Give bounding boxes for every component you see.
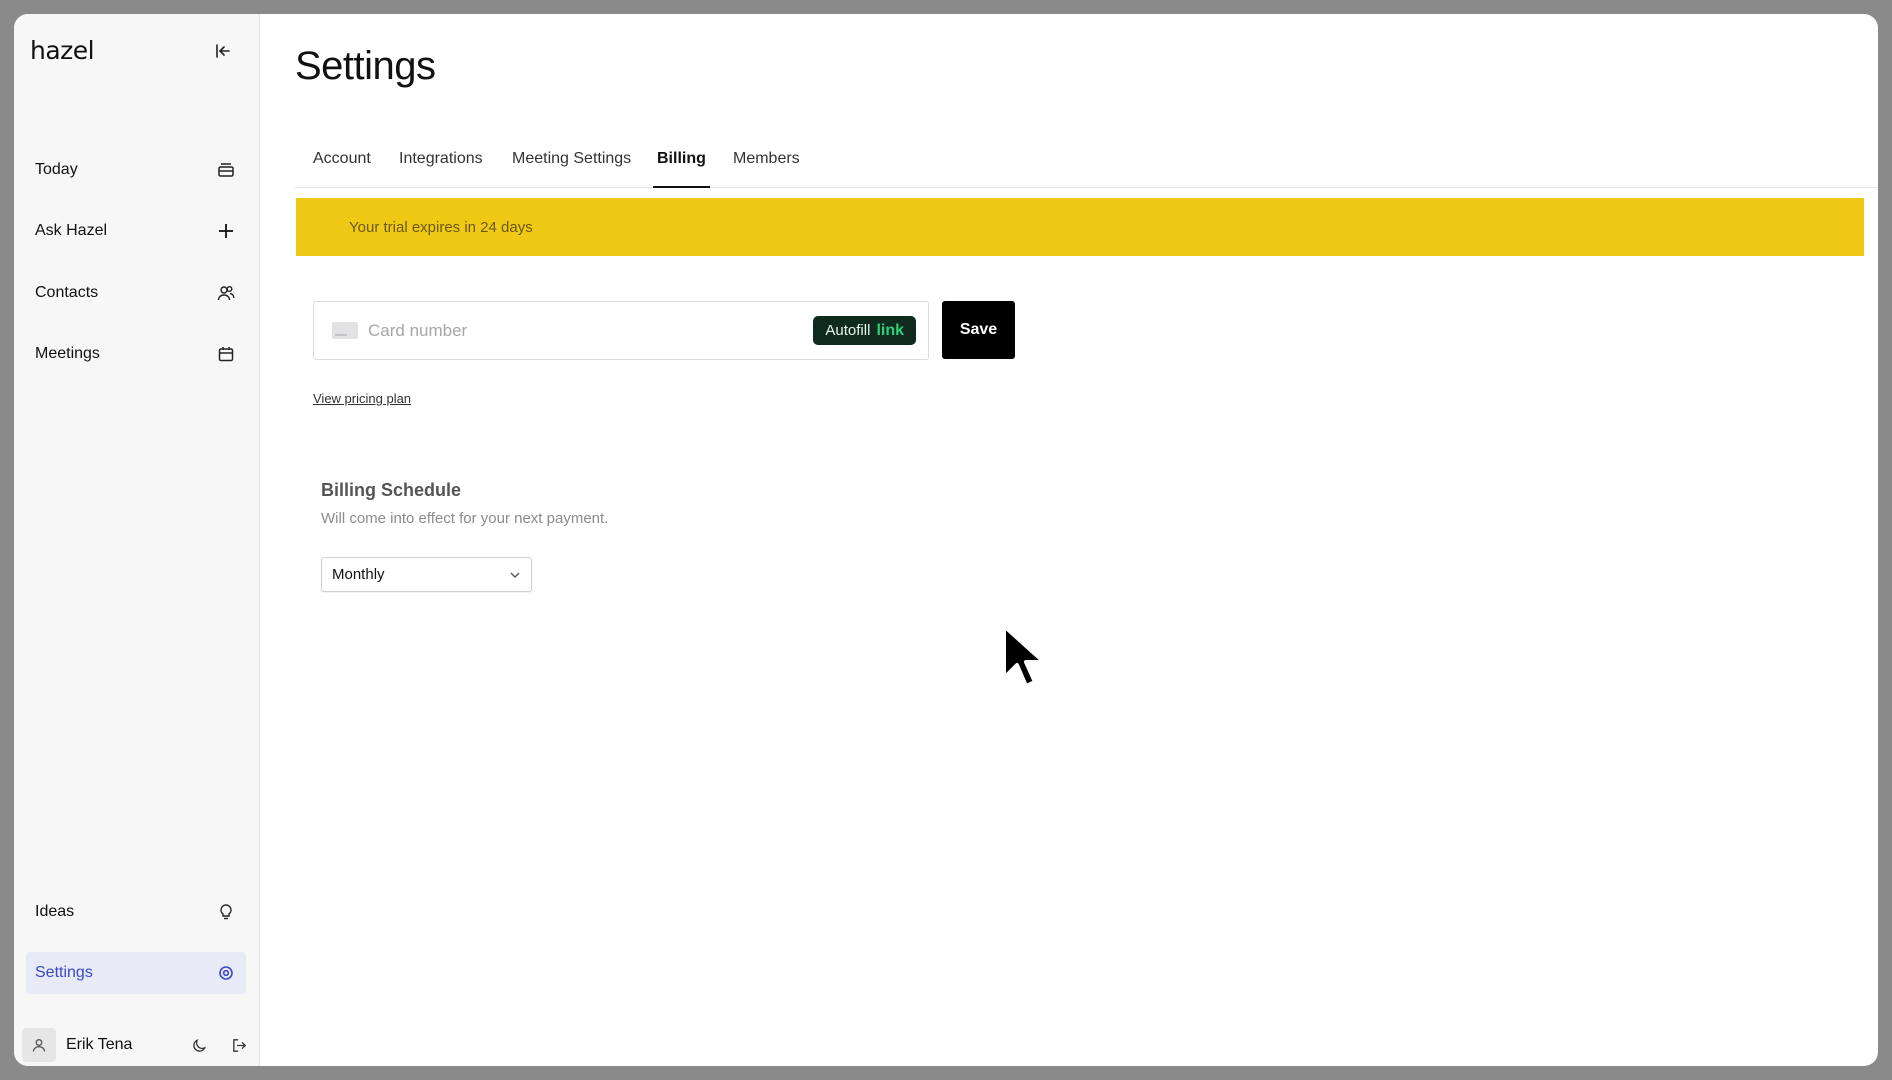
settings-tabs: Account Integrations Meeting Settings Bi…: [295, 136, 1878, 188]
autofill-link-button[interactable]: Autofill link: [813, 316, 916, 345]
trial-banner: Your trial expires in 24 days: [296, 198, 1864, 256]
mouse-cursor-icon: [1002, 624, 1046, 688]
tab-integrations[interactable]: Integrations: [399, 150, 483, 188]
billing-schedule-title: Billing Schedule: [321, 480, 462, 500]
autofill-label: Autofill: [825, 322, 871, 339]
billing-schedule-subtitle: Will come into effect for your next paym…: [321, 510, 609, 527]
billing-schedule-select[interactable]: Monthly: [321, 557, 532, 592]
credit-card-icon: [332, 322, 358, 339]
tab-meeting-settings[interactable]: Meeting Settings: [512, 150, 631, 188]
main-content: Settings Account Integrations Meeting Se…: [14, 14, 1878, 1066]
link-logo: link: [876, 321, 904, 339]
view-pricing-plan-link[interactable]: View pricing plan: [313, 391, 411, 406]
card-number-input[interactable]: [368, 320, 814, 341]
app-window: hazel Today Ask Hazel Contacts Meetings …: [14, 14, 1878, 1066]
tab-account[interactable]: Account: [313, 150, 371, 188]
tab-members[interactable]: Members: [733, 150, 800, 188]
save-button[interactable]: Save: [942, 301, 1015, 359]
billing-schedule-value: Monthly: [332, 566, 385, 583]
page-title: Settings: [295, 44, 436, 88]
trial-banner-text: Your trial expires in 24 days: [349, 218, 533, 236]
tab-billing[interactable]: Billing: [653, 150, 710, 188]
card-number-field: Autofill link: [313, 301, 929, 360]
chevron-down-icon: [510, 572, 520, 578]
